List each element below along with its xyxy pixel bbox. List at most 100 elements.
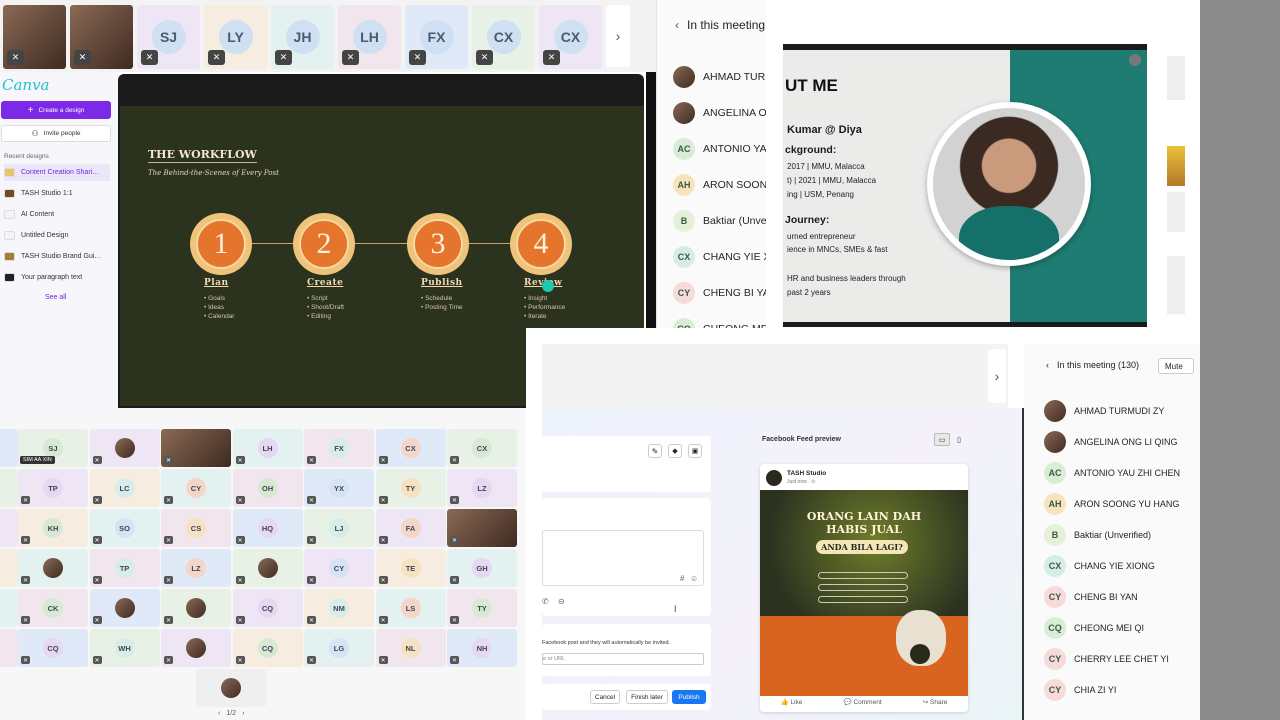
participant-row[interactable]: AC ANTONIO YAU ZHI CHEN: [1044, 462, 1180, 484]
mic-off-icon[interactable]: ✕: [21, 536, 30, 544]
publish-button[interactable]: Publish: [672, 690, 706, 704]
emoji-icon[interactable]: ☺: [690, 574, 698, 583]
mobile-view-button[interactable]: ▯: [952, 433, 966, 446]
gallery-pager[interactable]: ‹ 1/2 ›: [218, 710, 244, 717]
participant-row[interactable]: ANGELINA ON: [673, 102, 766, 124]
recent-design-item[interactable]: Untitled Design: [4, 231, 68, 240]
mic-off-icon[interactable]: ✕: [307, 536, 316, 544]
mic-off-icon[interactable]: ✕: [21, 496, 30, 504]
mic-off-icon[interactable]: ✕: [450, 536, 459, 544]
fb-comment-button[interactable]: 💬 Comment: [844, 698, 882, 712]
gallery-tile[interactable]: CQ ✕: [232, 589, 303, 627]
mic-off-icon[interactable]: ✕: [450, 656, 459, 664]
participant-tile[interactable]: JH ✕: [271, 5, 334, 69]
gallery-tile[interactable]: ✕: [161, 589, 231, 627]
gallery-tile[interactable]: WH ✕: [89, 629, 160, 667]
gallery-tile[interactable]: CX ✕: [375, 429, 446, 467]
gallery-tile[interactable]: ✕: [0, 629, 18, 667]
gallery-tile[interactable]: LC ✕: [89, 469, 160, 507]
mic-off-icon[interactable]: ✕: [307, 496, 316, 504]
finish-later-button[interactable]: Finish later: [626, 690, 668, 704]
mute-all-button[interactable]: Mute: [1158, 358, 1194, 374]
mic-off-icon[interactable]: ✕: [378, 496, 388, 504]
gallery-tile[interactable]: ✕: [161, 629, 231, 667]
participant-row[interactable]: CY CHERRY LEE CHET YI: [1044, 648, 1169, 670]
chat-bubble-icon[interactable]: ⊝: [558, 597, 565, 606]
gallery-tile[interactable]: GH ✕: [447, 549, 517, 587]
gallery-tile[interactable]: ✕: [0, 589, 18, 627]
br-strip-next-button[interactable]: ›: [988, 349, 1006, 403]
strip-next-button[interactable]: ›: [606, 5, 630, 67]
participant-row[interactable]: B Baktiar (Unve: [673, 210, 766, 232]
mic-off-icon[interactable]: ✕: [450, 616, 459, 624]
mic-off-icon[interactable]: ✕: [164, 656, 173, 664]
mic-off-icon[interactable]: ✕: [307, 616, 316, 624]
participant-tile[interactable]: FX ✕: [405, 5, 468, 69]
mic-off-icon[interactable]: ✕: [450, 456, 459, 464]
gallery-tile[interactable]: ✕: [18, 549, 88, 587]
gallery-tile[interactable]: LJ ✕: [304, 509, 374, 547]
participant-tile[interactable]: LH ✕: [338, 5, 401, 69]
gallery-tile[interactable]: TE ✕: [375, 549, 446, 587]
gallery-tile[interactable]: CQ ✕: [18, 629, 88, 667]
edit-icon[interactable]: ✎: [648, 444, 662, 458]
gallery-tile[interactable]: NM ✕: [304, 589, 374, 627]
mic-off-icon[interactable]: ✕: [450, 576, 459, 584]
fb-like-button[interactable]: 👍 Like: [781, 698, 803, 712]
mic-off-icon[interactable]: ✕: [92, 536, 102, 544]
recent-design-item[interactable]: TASH Studio Brand Gui…: [4, 252, 101, 261]
mic-off-icon[interactable]: ✕: [21, 576, 30, 584]
mic-off-icon[interactable]: ✕: [307, 456, 316, 464]
mic-off-icon[interactable]: ✕: [378, 536, 388, 544]
mic-off-icon[interactable]: ✕: [307, 576, 316, 584]
gallery-tile[interactable]: NL ✕: [375, 629, 446, 667]
gallery-tile[interactable]: CY ✕: [161, 469, 231, 507]
mic-off-icon[interactable]: ✕: [307, 656, 316, 664]
participant-row[interactable]: CY CHENG BI YAN: [1044, 586, 1138, 608]
mic-off-icon[interactable]: ✕: [164, 616, 173, 624]
gallery-tile[interactable]: TY ✕: [375, 469, 446, 507]
mic-off-icon[interactable]: ✕: [378, 456, 388, 464]
gallery-tile[interactable]: ✕: [0, 509, 18, 547]
gallery-tile[interactable]: TP ✕: [89, 549, 160, 587]
mic-off-icon[interactable]: ✕: [235, 656, 245, 664]
gallery-tile[interactable]: CS ✕: [161, 509, 231, 547]
recent-design-item[interactable]: TASH Studio 1:1: [4, 189, 73, 198]
mic-off-icon[interactable]: ✕: [235, 536, 245, 544]
solo-participant-tile[interactable]: [196, 669, 266, 707]
mic-off-icon[interactable]: ✕: [378, 616, 388, 624]
participant-row[interactable]: B Baktiar (Unverified): [1044, 524, 1151, 546]
participant-tile[interactable]: LY✕: [204, 5, 267, 69]
desktop-view-button[interactable]: ▭: [934, 433, 950, 446]
participant-tile[interactable]: ✕: [70, 5, 133, 69]
gallery-tile[interactable]: CQ ✕: [232, 629, 303, 667]
mic-off-icon[interactable]: ✕: [92, 496, 102, 504]
gallery-tile[interactable]: ✕: [161, 429, 231, 467]
mic-off-icon[interactable]: ✕: [275, 50, 292, 65]
recent-design-item[interactable]: Content Creation Shari…: [4, 164, 110, 181]
recent-design-item[interactable]: Your paragraph text: [4, 273, 82, 282]
mic-off-icon[interactable]: ✕: [21, 656, 30, 664]
mic-off-icon[interactable]: ✕: [7, 50, 24, 65]
mic-off-icon[interactable]: ✕: [208, 50, 225, 65]
mic-off-icon[interactable]: ✕: [235, 456, 245, 464]
mic-off-icon[interactable]: ✕: [476, 50, 493, 65]
fb-share-button[interactable]: ↪ Share: [923, 698, 948, 712]
participant-tile[interactable]: SJ✕: [137, 5, 200, 69]
mic-off-icon[interactable]: ✕: [92, 656, 102, 664]
mic-off-icon[interactable]: ✕: [164, 536, 173, 544]
mic-off-icon[interactable]: ✕: [74, 50, 91, 65]
gallery-tile[interactable]: LS ✕: [375, 589, 446, 627]
mic-off-icon[interactable]: ✕: [409, 50, 426, 65]
mic-off-icon[interactable]: ✕: [92, 576, 102, 584]
gallery-tile[interactable]: ✕: [89, 589, 160, 627]
participant-tile[interactable]: CX ✕: [539, 5, 602, 69]
mic-off-icon[interactable]: ✕: [141, 50, 158, 65]
see-all-link[interactable]: See all: [45, 294, 66, 301]
create-design-button[interactable]: + Create a design: [1, 101, 111, 119]
back-icon[interactable]: ‹: [1046, 360, 1049, 370]
pager-prev-icon[interactable]: ‹: [218, 710, 220, 717]
gallery-tile[interactable]: LH ✕: [232, 429, 303, 467]
participant-row[interactable]: AH ARON SOONG YU HANG: [1044, 493, 1179, 515]
gallery-tile[interactable]: ✕: [89, 429, 160, 467]
